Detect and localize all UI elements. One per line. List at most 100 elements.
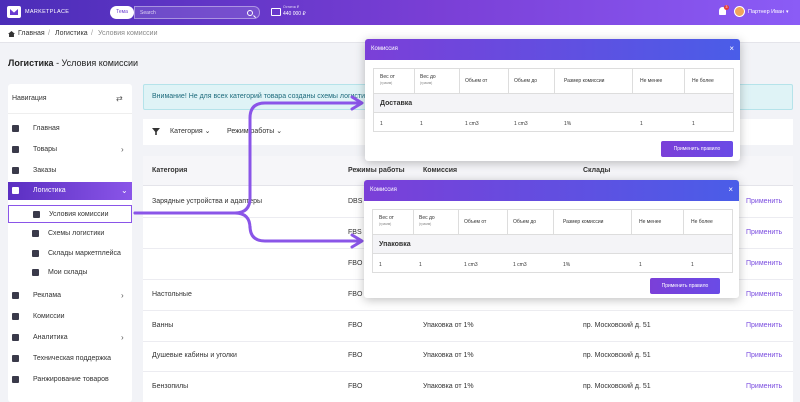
breadcrumb-home[interactable]: Главная xyxy=(18,30,45,37)
cell-commission-size[interactable]: 1% xyxy=(563,262,570,268)
close-icon[interactable]: × xyxy=(728,185,733,194)
table-cell-category: Настольные xyxy=(152,291,192,298)
sidebar-item-label: Главная xyxy=(33,125,60,132)
wallet-icon xyxy=(271,8,281,16)
sidebar-item-label: Аналитика xyxy=(33,334,68,341)
cell-weight-from[interactable]: 1 xyxy=(380,121,383,127)
table-cell-warehouse: пр. Московский д. 51 xyxy=(583,322,651,329)
tag-icon xyxy=(33,211,40,218)
apply-link[interactable]: Применить xyxy=(746,229,782,236)
sidebar-item-home[interactable]: Главная xyxy=(8,120,132,138)
cell-volume-to[interactable]: 1 cm3 xyxy=(513,262,527,268)
apply-link[interactable]: Применить xyxy=(746,260,782,267)
swap-icon[interactable]: ⇄ xyxy=(116,94,123,103)
sidebar-item-commissions[interactable]: Комиссии xyxy=(8,308,132,326)
cell-min[interactable]: 1 xyxy=(639,262,642,268)
commission-modal-packaging: Комиссия × Вес от (грамм) Вес до (грамм) О… xyxy=(364,180,739,298)
column-header-max: Не более xyxy=(692,78,714,84)
sidebar-item-ranking[interactable]: Ранжирование товаров xyxy=(8,371,132,389)
search-icon[interactable] xyxy=(247,10,253,16)
table-cell-mode: FBO xyxy=(348,291,363,298)
modal-header: Комиссия × xyxy=(364,180,739,201)
column-header-min: Не менее xyxy=(640,78,663,84)
sidebar-item-support[interactable]: Техническая поддержка xyxy=(8,350,132,368)
commission-rule-grid: Вес от (грамм) Вес до (грамм) Объем от Объ… xyxy=(373,68,734,132)
page-title-rest: - Условия комиссии xyxy=(53,58,139,68)
close-icon[interactable]: × xyxy=(729,44,734,53)
table-cell-mode: FBO xyxy=(348,322,363,329)
apply-rule-button[interactable]: Применить правило xyxy=(650,278,720,294)
column-header-volume-from: Объем от xyxy=(465,78,488,84)
sidebar-item-orders[interactable]: Заказы xyxy=(8,162,132,180)
table-cell-mode: FBO xyxy=(348,352,363,359)
sidebar-item-logistics[interactable]: Логистика ⌄ xyxy=(8,182,132,200)
user-name[interactable]: Партнер Иван xyxy=(748,9,784,15)
home-icon[interactable] xyxy=(8,31,15,37)
column-header-weight-to: Вес до (грамм) xyxy=(420,74,436,85)
megaphone-icon xyxy=(12,292,19,299)
apply-link[interactable]: Применить xyxy=(746,383,782,390)
category-filter[interactable]: Категория ⌄ xyxy=(170,127,211,135)
modal-title: Комиссия xyxy=(370,187,397,193)
table-cell-commission: Упаковка от 1% xyxy=(423,322,474,329)
column-header-min: Не менее xyxy=(639,219,662,225)
sidebar-item-products[interactable]: Товары › xyxy=(8,141,132,159)
cell-weight-to[interactable]: 1 xyxy=(420,121,423,127)
sidebar-item-label: Условия комиссии xyxy=(49,211,109,218)
cell-volume-to[interactable]: 1 cm3 xyxy=(514,121,528,127)
cell-weight-to[interactable]: 1 xyxy=(419,262,422,268)
percent-icon xyxy=(12,313,19,320)
search-input[interactable]: Search xyxy=(134,6,260,19)
table-cell-mode: FBS xyxy=(348,229,362,236)
cell-volume-from[interactable]: 1 cm3 xyxy=(465,121,479,127)
table-cell-mode: DBS xyxy=(348,198,363,205)
page-title-section: Логистика xyxy=(8,58,54,68)
cell-min[interactable]: 1 xyxy=(640,121,643,127)
marketplace-logo-icon[interactable] xyxy=(7,6,21,18)
theme-toggle[interactable]: Тема xyxy=(110,6,134,19)
breadcrumb-logistics[interactable]: Логистика xyxy=(55,30,88,37)
table-cell-warehouse: пр. Московский д. 51 xyxy=(583,383,651,390)
sidebar-item-label: Реклама xyxy=(33,292,62,299)
work-mode-filter[interactable]: Режим работы ⌄ xyxy=(227,127,282,135)
chevron-right-icon: › xyxy=(121,145,124,154)
box-icon xyxy=(12,146,19,153)
column-header-commission: Комиссия xyxy=(423,167,458,174)
column-header-max: Не более xyxy=(691,219,713,225)
apply-link[interactable]: Применить xyxy=(746,322,782,329)
cell-volume-from[interactable]: 1 cm3 xyxy=(464,262,478,268)
column-header-volume-to: Объем до xyxy=(513,219,537,225)
sidebar-item-label: Мои склады xyxy=(48,269,88,276)
support-icon xyxy=(12,355,19,362)
cell-weight-from[interactable]: 1 xyxy=(379,262,382,268)
chevron-down-icon[interactable]: ▾ xyxy=(786,9,789,15)
page-title: Логистика - Условия комиссии xyxy=(8,58,138,68)
sidebar-item-label: Схемы логистики xyxy=(48,230,105,237)
sidebar-subitem-commission-terms[interactable]: Условия комиссии xyxy=(8,205,132,223)
column-header-warehouses: Склады xyxy=(583,167,611,174)
sidebar-item-label: Техническая поддержка xyxy=(33,355,112,362)
breadcrumb-separator: / xyxy=(48,30,50,37)
sidebar-subitem-logistics-schemes[interactable]: Схемы логистики xyxy=(8,225,132,243)
avatar[interactable] xyxy=(734,6,745,17)
sidebar-item-analytics[interactable]: Аналитика › xyxy=(8,329,132,347)
column-header-weight-to: Вес до (грамм) xyxy=(419,215,435,226)
chart-icon xyxy=(12,334,19,341)
cell-max[interactable]: 1 xyxy=(691,262,694,268)
apply-link[interactable]: Применить xyxy=(746,352,782,359)
sidebar-subitem-marketplace-warehouses[interactable]: Склады маркетплейса xyxy=(8,245,132,263)
apply-link[interactable]: Применить xyxy=(746,291,782,298)
row-divider xyxy=(143,371,793,372)
sidebar-item-label: Логистика xyxy=(33,187,66,194)
sidebar-item-label: Комиссии xyxy=(33,313,65,320)
cell-commission-size[interactable]: 1% xyxy=(564,121,571,127)
home-icon xyxy=(12,125,19,132)
cell-max[interactable]: 1 xyxy=(692,121,695,127)
sidebar-subitem-my-warehouses[interactable]: Мои склады xyxy=(8,264,132,282)
sidebar-item-ads[interactable]: Реклама › xyxy=(8,287,132,305)
apply-link[interactable]: Применить xyxy=(746,198,782,205)
chevron-right-icon: › xyxy=(121,291,124,300)
table-cell-warehouse: пр. Московский д. 51 xyxy=(583,352,651,359)
row-divider xyxy=(143,341,793,342)
apply-rule-button[interactable]: Применить правило xyxy=(661,141,733,157)
